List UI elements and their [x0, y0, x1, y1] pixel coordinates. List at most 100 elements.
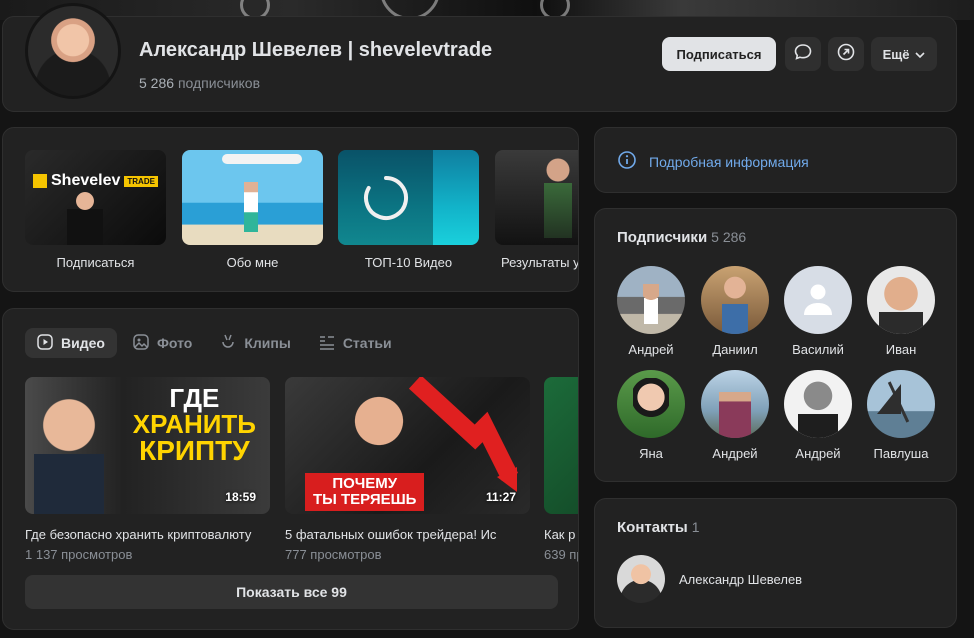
subscriber-name: Андрей — [712, 446, 758, 461]
page-title: Александр Шевелев | shevelevtrade — [139, 39, 493, 61]
video-card[interactable]: ГДЕ ХРАНИТЬ КРИПТУ 18:59 Где безопасно х… — [25, 377, 270, 562]
contacts-title-text: Контакты — [617, 519, 688, 536]
avatar — [617, 370, 685, 438]
show-all-videos-button[interactable]: Показать все 99 — [25, 575, 558, 609]
highlight-thumb: Shevelev TRADE — [25, 150, 166, 245]
contacts-title-count: 1 — [691, 519, 700, 535]
video-views: 1 137 просмотров — [25, 547, 133, 562]
subscribers-title-count: 5 286 — [711, 229, 747, 245]
highlight-label: Обо мне — [226, 255, 279, 270]
highlight-logo-badge: TRADE — [124, 175, 158, 187]
contact-name: Александр Шевелев — [679, 571, 803, 587]
video-title[interactable]: Как р — [544, 527, 578, 542]
avatar — [784, 370, 852, 438]
highlight-label: Подписаться — [56, 255, 135, 270]
video-card[interactable]: ПОЧЕМУ ТЫ ТЕРЯЕШЬ 11:27 5 фатальных ошиб… — [285, 377, 530, 562]
info-panel: Подробная информация — [594, 127, 957, 193]
subscribers-count-line[interactable]: 5 286 подписчиков — [139, 75, 260, 91]
media-tabs: Видео Фото Клипы Статьи — [25, 328, 404, 358]
subscriber-name: Андрей — [795, 446, 841, 461]
profile-avatar[interactable] — [25, 3, 121, 99]
subscriber-item[interactable]: Даниил — [695, 266, 775, 357]
message-icon — [793, 42, 813, 67]
subscriber-name: Иван — [885, 342, 917, 357]
avatar — [867, 370, 935, 438]
video-thumb-text: ГДЕ — [169, 383, 220, 413]
subscriber-item[interactable]: Яна — [611, 370, 691, 461]
subscriber-item[interactable]: Андрей — [695, 370, 775, 461]
highlight-label: Результаты у — [501, 255, 579, 270]
avatar — [617, 266, 685, 334]
video-duration: 11:27 — [485, 490, 516, 504]
subscribers-word: подписчиков — [177, 75, 261, 91]
details-label: Подробная информация — [649, 153, 809, 170]
subscriber-item[interactable]: Василий — [778, 266, 858, 357]
clips-icon — [220, 334, 236, 353]
contact-item[interactable]: Александр Шевелев — [617, 555, 802, 603]
subscriber-item[interactable]: Андрей — [611, 266, 691, 357]
highlight-item[interactable]: Обо мне — [182, 150, 323, 270]
subscriber-item[interactable]: Павлуша — [861, 370, 941, 461]
contacts-title[interactable]: Контакты 1 — [617, 519, 700, 536]
avatar — [784, 266, 852, 334]
video-duration: 18:59 — [225, 490, 256, 504]
avatar — [617, 555, 665, 603]
video-thumb: ПОЧЕМУ ТЫ ТЕРЯЕШЬ 11:27 — [285, 377, 530, 514]
video-title[interactable]: Где безопасно хранить криптовалюту — [25, 527, 270, 542]
subscribers-title-text: Подписчики — [617, 229, 708, 246]
highlight-thumb — [338, 150, 479, 245]
tab-label: Видео — [61, 335, 105, 351]
highlight-item[interactable]: Shevelev TRADE Подписаться — [25, 150, 166, 270]
share-icon — [836, 42, 856, 67]
profile-header: Александр Шевелев | shevelevtrade 5 286 … — [2, 3, 957, 112]
article-icon — [319, 334, 335, 353]
tab-label: Статьи — [342, 335, 392, 351]
more-button[interactable]: Ещё — [871, 37, 937, 71]
subscribers-title[interactable]: Подписчики 5 286 — [617, 229, 746, 246]
avatar — [701, 370, 769, 438]
share-button[interactable] — [828, 37, 864, 71]
play-icon — [37, 333, 53, 353]
details-link[interactable]: Подробная информация — [617, 150, 809, 173]
video-views: 639 пр — [544, 547, 578, 562]
media-panel: Видео Фото Клипы Статьи ГДЕ ХРАНИТЬ КРИП… — [2, 308, 579, 630]
video-views: 777 просмотров — [285, 547, 382, 562]
subscribers-count: 5 286 — [139, 75, 175, 91]
info-icon — [617, 150, 637, 173]
more-label: Ещё — [882, 46, 910, 62]
image-icon — [133, 333, 149, 353]
video-thumb-text: КРИПТУ — [139, 435, 250, 466]
highlight-item[interactable]: ТОП-10 Видео — [338, 150, 479, 270]
video-thumb-text: ТЫ ТЕРЯЕШЬ — [313, 490, 417, 508]
subscriber-name: Василий — [792, 342, 844, 357]
highlights-panel: Shevelev TRADE Подписаться Обо мне ТОП-1… — [2, 127, 579, 292]
subscribe-button[interactable]: Подписаться — [662, 37, 776, 71]
chevron-down-icon — [915, 47, 926, 62]
subscriber-name: Павлуша — [873, 446, 929, 461]
subscriber-name: Андрей — [628, 342, 674, 357]
highlight-thumb — [495, 150, 578, 245]
subscriber-item[interactable]: Иван — [861, 266, 941, 357]
video-title[interactable]: 5 фатальных ошибок трейдера! Ис — [285, 527, 530, 542]
contacts-panel: Контакты 1 Александр Шевелев — [594, 498, 957, 628]
video-thumb-text: ХРАНИТЬ — [132, 409, 256, 439]
highlight-label: ТОП-10 Видео — [364, 255, 453, 270]
tab-photos[interactable]: Фото — [121, 328, 204, 358]
subscriber-name: Даниил — [712, 342, 758, 357]
message-button[interactable] — [785, 37, 821, 71]
tab-clips[interactable]: Клипы — [208, 328, 302, 358]
avatar — [701, 266, 769, 334]
tab-articles[interactable]: Статьи — [307, 328, 404, 358]
subscribers-panel: Подписчики 5 286 Андрей Даниил Василий Ив… — [594, 208, 957, 482]
video-card[interactable]: Как р 639 пр — [544, 377, 578, 562]
video-thumb-text: ПОЧЕМУ — [332, 475, 398, 492]
avatar — [867, 266, 935, 334]
tab-videos[interactable]: Видео — [25, 328, 117, 358]
video-thumb: ГДЕ ХРАНИТЬ КРИПТУ 18:59 — [25, 377, 270, 514]
tab-label: Клипы — [244, 335, 291, 351]
video-thumb — [544, 377, 578, 514]
subscriber-item[interactable]: Андрей — [778, 370, 858, 461]
highlight-logo-text: Shevelev — [51, 172, 121, 189]
highlight-thumb — [182, 150, 323, 245]
highlight-item[interactable]: Результаты у — [495, 150, 579, 270]
